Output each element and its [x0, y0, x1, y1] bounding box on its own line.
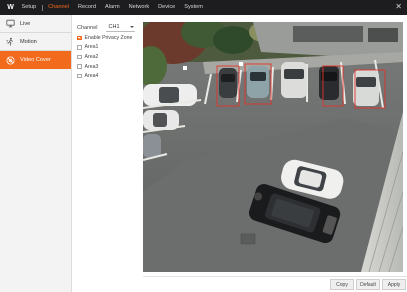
sidebar-item-live[interactable]: Live: [0, 15, 71, 33]
sidebar-item-video-cover[interactable]: Video Cover: [0, 51, 71, 69]
area3-label: Area3: [84, 63, 99, 70]
area3-row[interactable]: Area3: [77, 62, 139, 72]
sidebar-item-motion[interactable]: Motion: [0, 33, 71, 51]
channel-label: Channel: [77, 24, 98, 31]
default-button[interactable]: Default: [356, 279, 380, 290]
main-menu: Setup Channel Record Alarm Network Devic…: [17, 0, 207, 15]
channel-select[interactable]: CH1: [105, 24, 135, 32]
footer-divider: [143, 276, 407, 277]
monitor-icon: [6, 19, 15, 28]
menu-setup[interactable]: Setup: [17, 0, 41, 15]
sidebar-item-label: Live: [20, 20, 31, 27]
area4-row[interactable]: Area4: [77, 71, 139, 81]
enable-privacy-zone-row[interactable]: Enable Privacy Zone: [77, 33, 139, 43]
area1-checkbox[interactable]: [77, 45, 82, 50]
brand-logo: W: [7, 4, 14, 11]
channel-select-value: CH1: [108, 24, 120, 30]
copy-button[interactable]: Copy: [330, 279, 354, 290]
area1-row[interactable]: Area1: [77, 43, 139, 53]
menu-record[interactable]: Record: [73, 0, 100, 15]
close-icon[interactable]: ✕: [395, 3, 402, 11]
video-cover-icon: [6, 56, 15, 65]
sidebar-item-label: Motion: [20, 38, 37, 45]
chevron-down-icon: [129, 26, 134, 28]
enable-privacy-zone-label: Enable Privacy Zone: [84, 34, 133, 41]
parking-lot-scene: [143, 22, 403, 272]
menu-system[interactable]: System: [180, 0, 208, 15]
privacy-settings-panel: Channel CH1 Enable Privacy Zone Area1 Ar…: [77, 22, 139, 81]
area2-row[interactable]: Area2: [77, 52, 139, 62]
menu-alarm[interactable]: Alarm: [101, 0, 125, 15]
channel-row: Channel CH1: [77, 22, 139, 33]
menu-network[interactable]: Network: [124, 0, 154, 15]
area2-label: Area2: [84, 53, 99, 60]
camera-preview[interactable]: [143, 22, 403, 272]
area3-checkbox[interactable]: [77, 64, 82, 69]
menu-divider: [41, 4, 43, 11]
area4-label: Area4: [84, 73, 99, 80]
apply-button[interactable]: Apply: [382, 279, 406, 290]
motion-icon: [6, 37, 15, 46]
menu-device[interactable]: Device: [154, 0, 180, 15]
sidebar: Live Motion Video Cover: [0, 15, 72, 292]
enable-privacy-zone-checkbox[interactable]: [77, 35, 82, 41]
area2-checkbox[interactable]: [77, 54, 82, 60]
top-menu-bar: W Setup Channel Record Alarm Network Dev…: [0, 0, 407, 15]
area4-checkbox[interactable]: [77, 73, 82, 79]
area1-label: Area1: [84, 44, 99, 51]
sidebar-item-label: Video Cover: [20, 57, 51, 63]
menu-channel[interactable]: Channel: [44, 0, 74, 15]
